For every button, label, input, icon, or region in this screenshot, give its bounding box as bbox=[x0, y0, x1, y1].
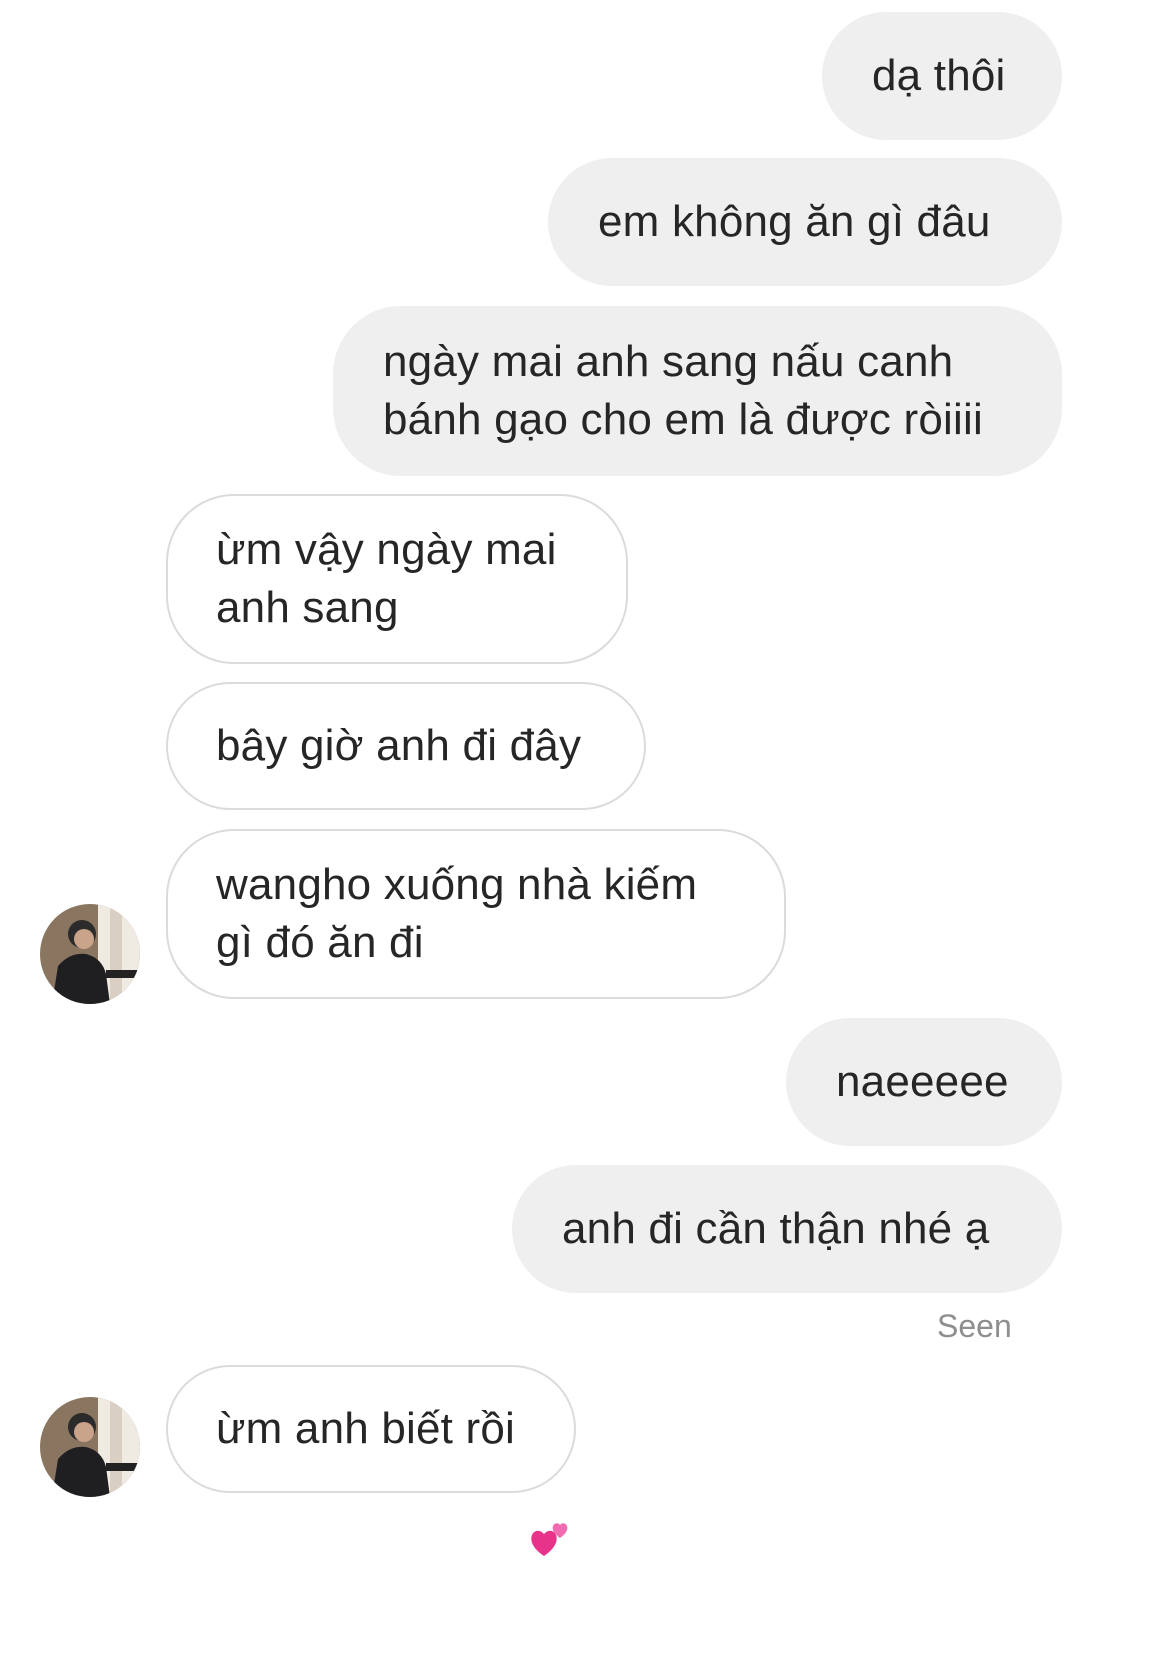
message-bubble-outgoing[interactable]: ngày mai anh sang nấu canh bánh gạo cho … bbox=[333, 306, 1062, 476]
message-text: ừm anh biết rồi bbox=[216, 1404, 516, 1453]
message-bubble-outgoing[interactable]: anh đi cần thận nhé ạ bbox=[512, 1165, 1062, 1293]
message-text: naeeeee bbox=[836, 1057, 1009, 1106]
message-text: em không ăn gì đâu bbox=[598, 197, 991, 246]
message-bubble-incoming[interactable]: bây giờ anh đi đây bbox=[166, 682, 646, 810]
message-bubble-outgoing[interactable]: dạ thôi bbox=[822, 12, 1062, 140]
message-text: ngày mai anh sang nấu canh bánh gạo cho … bbox=[383, 337, 983, 444]
message-bubble-outgoing[interactable]: em không ăn gì đâu bbox=[548, 158, 1062, 286]
two-hearts-icon[interactable] bbox=[528, 1516, 572, 1565]
sender-avatar[interactable] bbox=[40, 904, 140, 1004]
heart-reaction-graphic bbox=[531, 1523, 568, 1556]
avatar-photo bbox=[40, 1397, 140, 1497]
message-text: bây giờ anh đi đây bbox=[216, 721, 582, 770]
seen-indicator: Seen bbox=[937, 1308, 1012, 1344]
message-text: dạ thôi bbox=[872, 51, 1006, 100]
message-bubble-incoming[interactable]: ừm anh biết rồi bbox=[166, 1365, 576, 1493]
message-text: ừm vậy ngày mai anh sang bbox=[216, 525, 557, 632]
message-text: anh đi cần thận nhé ạ bbox=[562, 1204, 990, 1253]
avatar-photo bbox=[40, 904, 140, 1004]
message-bubble-incoming[interactable]: wangho xuống nhà kiếm gì đó ăn đi bbox=[166, 829, 786, 999]
message-bubble-incoming[interactable]: ừm vậy ngày mai anh sang bbox=[166, 494, 628, 664]
sender-avatar[interactable] bbox=[40, 1397, 140, 1497]
message-text: wangho xuống nhà kiếm gì đó ăn đi bbox=[216, 860, 698, 967]
message-bubble-outgoing[interactable]: naeeeee bbox=[786, 1018, 1062, 1146]
